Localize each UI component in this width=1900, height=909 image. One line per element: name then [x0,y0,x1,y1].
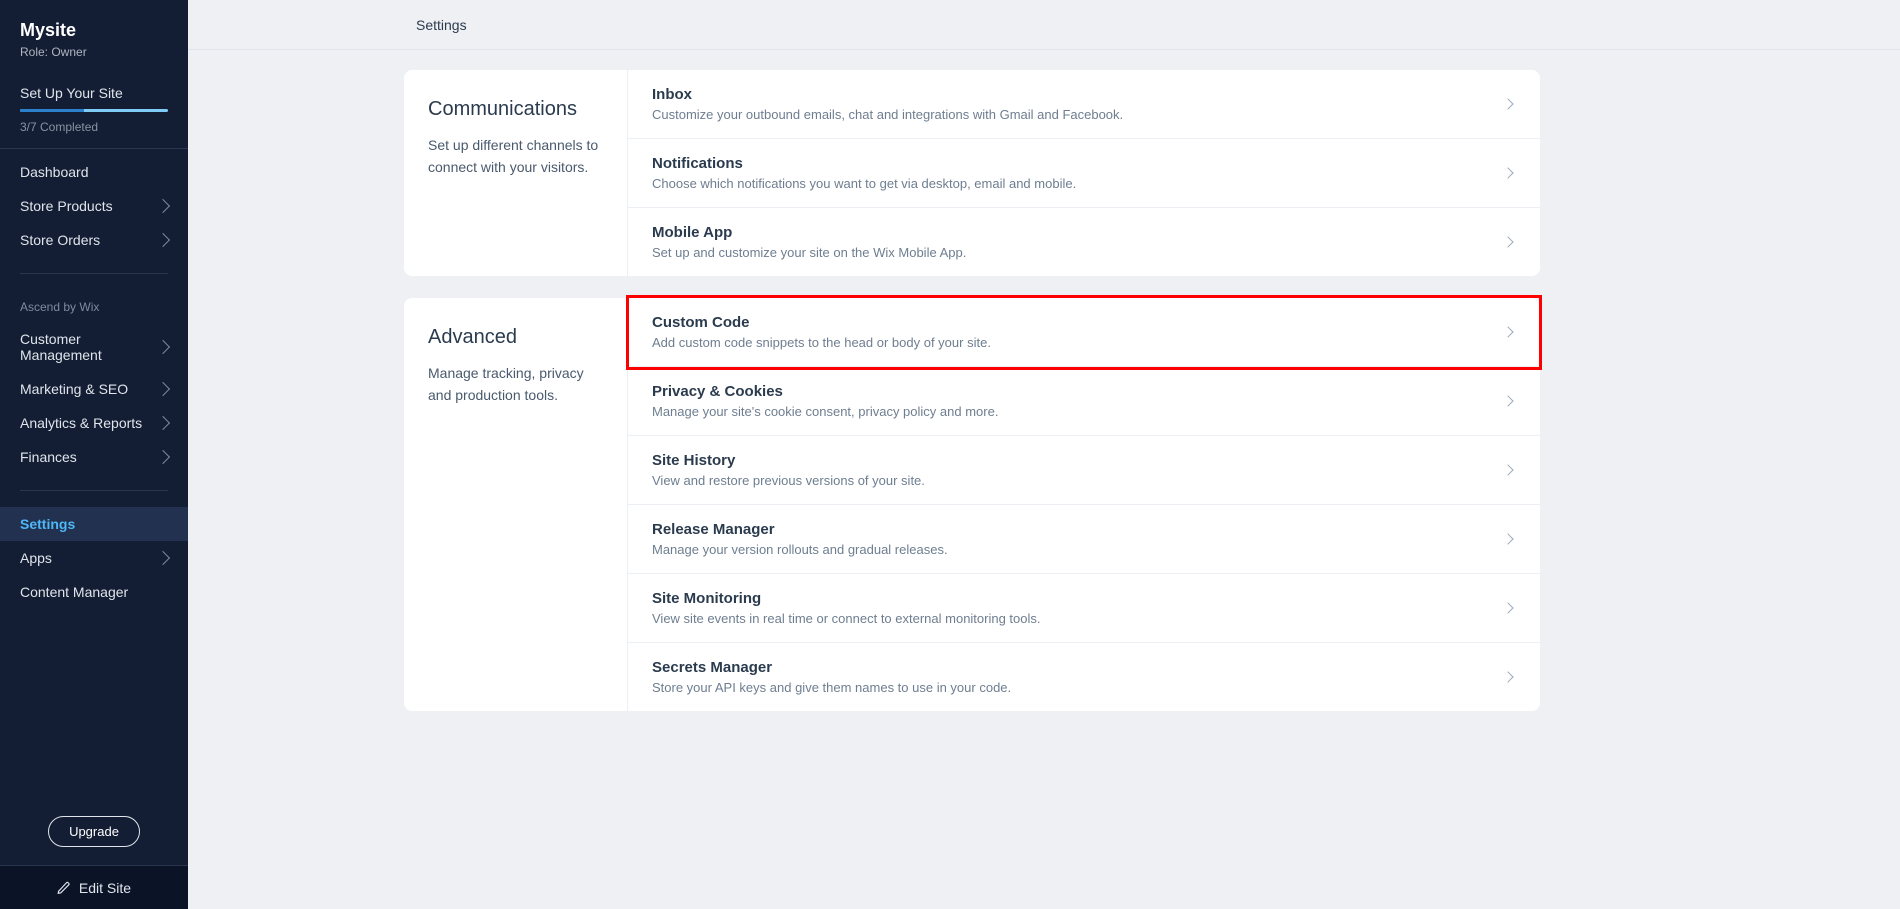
row-title: Notifications [652,155,1484,172]
sidebar-item-label: Finances [20,449,77,465]
sidebar-item-customer-management[interactable]: Customer Management [0,322,188,372]
setup-count: 3/7 Completed [20,120,168,134]
sidebar-item-label: Customer Management [20,331,158,363]
sidebar-item-marketing-seo[interactable]: Marketing & SEO [0,372,188,406]
sidebar-item-label: Marketing & SEO [20,381,128,397]
settings-row-release-manager[interactable]: Release Manager Manage your version rollo… [628,505,1540,574]
row-title: Privacy & Cookies [652,383,1484,400]
row-description: Set up and customize your site on the Wi… [652,245,1484,260]
row-title: Site History [652,452,1484,469]
main: Settings Communications Set up different … [188,0,1900,909]
settings-row-custom-code[interactable]: Custom Code Add custom code snippets to t… [628,298,1540,367]
sidebar-item-analytics-reports[interactable]: Analytics & Reports [0,406,188,440]
sidebar-item-label: Analytics & Reports [20,415,142,431]
site-name: Mysite [20,20,168,41]
section-items: Custom Code Add custom code snippets to t… [628,298,1540,711]
section-description: Set up different channels to connect wit… [428,135,607,178]
chevron-right-icon [156,551,170,565]
row-description: Choose which notifications you want to g… [652,176,1484,191]
sidebar-item-store-products[interactable]: Store Products [0,189,188,223]
sidebar-item-label: Store Products [20,198,113,214]
row-title: Secrets Manager [652,659,1484,676]
chevron-right-icon [1502,326,1513,337]
chevron-right-icon [1502,533,1513,544]
row-description: Manage your version rollouts and gradual… [652,542,1484,557]
chevron-right-icon [156,416,170,430]
settings-row-notifications[interactable]: Notifications Choose which notifications … [628,139,1540,208]
row-title: Site Monitoring [652,590,1484,607]
nav-bottom: Settings Apps Content Manager [0,501,188,615]
edit-site-label: Edit Site [79,880,131,896]
settings-section-communications: Communications Set up different channels … [404,70,1540,276]
breadcrumb-bar: Settings [188,0,1900,50]
row-description: Store your API keys and give them names … [652,680,1484,695]
sidebar-item-settings[interactable]: Settings [0,507,188,541]
chevron-right-icon [1502,671,1513,682]
chevron-right-icon [156,199,170,213]
sidebar-item-dashboard[interactable]: Dashboard [0,155,188,189]
row-title: Release Manager [652,521,1484,538]
settings-row-privacy-cookies[interactable]: Privacy & Cookies Manage your site's cook… [628,367,1540,436]
chevron-right-icon [1502,236,1513,247]
sidebar-item-label: Store Orders [20,232,100,248]
section-description: Manage tracking, privacy and production … [428,363,607,406]
sidebar-item-store-orders[interactable]: Store Orders [0,223,188,257]
settings-row-site-monitoring[interactable]: Site Monitoring View site events in real … [628,574,1540,643]
section-title: Communications [428,98,607,121]
settings-section-advanced: Advanced Manage tracking, privacy and pro… [404,298,1540,711]
sidebar-item-apps[interactable]: Apps [0,541,188,575]
chevron-right-icon [156,233,170,247]
chevron-right-icon [1502,167,1513,178]
chevron-right-icon [156,450,170,464]
settings-row-inbox[interactable]: Inbox Customize your outbound emails, cha… [628,70,1540,139]
row-description: Add custom code snippets to the head or … [652,335,1484,350]
setup-link[interactable]: Set Up Your Site [20,85,168,101]
row-title: Inbox [652,86,1484,103]
site-role: Role: Owner [20,45,168,59]
edit-site-button[interactable]: Edit Site [0,865,188,909]
sidebar-item-finances[interactable]: Finances [0,440,188,474]
row-description: Manage your site's cookie consent, priva… [652,404,1484,419]
row-title: Custom Code [652,314,1484,331]
row-title: Mobile App [652,224,1484,241]
chevron-right-icon [1502,395,1513,406]
chevron-right-icon [1502,464,1513,475]
breadcrumb: Settings [416,17,467,33]
sidebar-item-label: Settings [20,516,75,532]
chevron-right-icon [1502,602,1513,613]
chevron-right-icon [156,340,170,354]
sidebar-item-label: Content Manager [20,584,128,600]
upgrade-button[interactable]: Upgrade [48,816,140,847]
section-items: Inbox Customize your outbound emails, cha… [628,70,1540,276]
row-description: View and restore previous versions of yo… [652,473,1484,488]
nav-primary: Dashboard Store Products Store Orders [0,149,188,263]
chevron-right-icon [156,382,170,396]
chevron-right-icon [1502,98,1513,109]
row-description: Customize your outbound emails, chat and… [652,107,1484,122]
settings-row-secrets-manager[interactable]: Secrets Manager Store your API keys and g… [628,643,1540,711]
nav-ascend: Customer Management Marketing & SEO Analyt… [0,322,188,480]
settings-row-mobile-app[interactable]: Mobile App Set up and customize your site… [628,208,1540,276]
sidebar: Mysite Role: Owner Set Up Your Site 3/7 … [0,0,188,909]
nav-section-ascend-label: Ascend by Wix [0,284,188,322]
sidebar-item-label: Apps [20,550,52,566]
setup-progress [20,109,168,112]
settings-row-site-history[interactable]: Site History View and restore previous ve… [628,436,1540,505]
sidebar-item-content-manager[interactable]: Content Manager [0,575,188,609]
row-description: View site events in real time or connect… [652,611,1484,626]
pencil-icon [57,881,71,895]
sidebar-item-label: Dashboard [20,164,89,180]
section-title: Advanced [428,326,607,349]
